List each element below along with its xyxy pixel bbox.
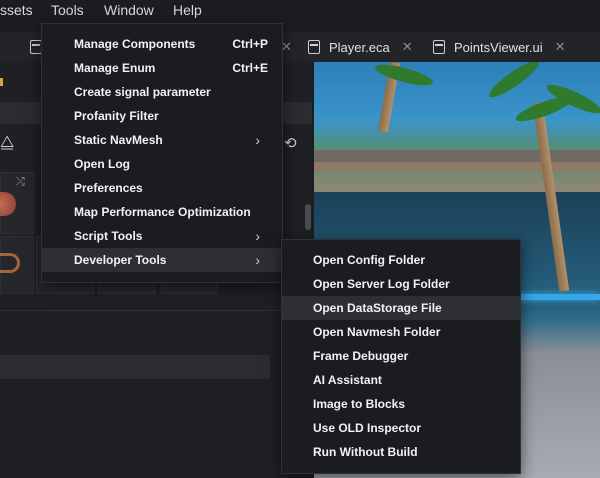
tools-menu: Manage Components Ctrl+P Manage Enum Ctr… xyxy=(41,23,283,283)
menu-item-open-log[interactable]: Open Log xyxy=(42,152,282,176)
menu-item-label: Manage Components xyxy=(74,37,196,51)
menu-item-script-tools[interactable]: Script Tools › xyxy=(42,224,282,248)
menu-item-label: Script Tools xyxy=(74,229,143,243)
menu-item-label: Frame Debugger xyxy=(313,349,409,363)
tab-pointsviewer-ui[interactable]: PointsViewer.ui ✕ xyxy=(433,32,566,62)
menu-item-ai-assistant[interactable]: AI Assistant xyxy=(282,368,520,392)
palm-frond xyxy=(373,62,435,90)
menu-item-label: Open Config Folder xyxy=(313,253,425,267)
menu-item-label: Static NavMesh xyxy=(74,133,163,147)
menu-item-label: Map Performance Optimization xyxy=(74,205,251,219)
shortcut-label: Ctrl+E xyxy=(232,61,268,75)
menu-item-label: Create signal parameter xyxy=(74,85,211,99)
file-icon xyxy=(433,40,445,54)
menu-help[interactable]: Help xyxy=(173,2,202,18)
menu-item-open-config-folder[interactable]: Open Config Folder xyxy=(282,248,520,272)
menu-item-label: Image to Blocks xyxy=(313,397,406,411)
shuffle-icon: ⤮ xyxy=(16,176,25,188)
menu-item-profanity-filter[interactable]: Profanity Filter xyxy=(42,104,282,128)
chevron-right-icon: › xyxy=(255,252,260,268)
menu-item-run-without-build[interactable]: Run Without Build xyxy=(282,440,520,464)
asset-thumbnail xyxy=(0,253,20,273)
shortcut-label: Ctrl+P xyxy=(232,37,268,51)
panel-row[interactable] xyxy=(0,355,270,379)
tree-icon[interactable]: ⧋ xyxy=(0,134,14,152)
menu-bar: ssets Tools Window Help xyxy=(0,0,600,22)
file-icon xyxy=(308,40,320,54)
menu-item-open-datastorage-file[interactable]: Open DataStorage File xyxy=(282,296,520,320)
history-icon[interactable]: ⟲ xyxy=(284,134,297,152)
menu-item-label: Developer Tools xyxy=(74,253,167,267)
menu-item-label: Open Server Log Folder xyxy=(313,277,450,291)
orange-indicator xyxy=(0,78,3,86)
menu-item-label: Use OLD Inspector xyxy=(313,421,422,435)
menu-assets[interactable]: ssets xyxy=(0,2,33,18)
scene-road xyxy=(314,150,600,162)
tab-label: PointsViewer.ui xyxy=(454,39,543,55)
menu-item-manage-components[interactable]: Manage Components Ctrl+P xyxy=(42,32,282,56)
menu-item-map-performance-optimization[interactable]: Map Performance Optimization xyxy=(42,200,282,224)
menu-item-developer-tools[interactable]: Developer Tools › xyxy=(42,248,282,272)
menu-item-label: Open DataStorage File xyxy=(313,301,442,315)
menu-item-open-navmesh-folder[interactable]: Open Navmesh Folder xyxy=(282,320,520,344)
menu-item-use-old-inspector[interactable]: Use OLD Inspector xyxy=(282,416,520,440)
chevron-right-icon: › xyxy=(255,228,260,244)
chevron-right-icon: › xyxy=(255,132,260,148)
menu-item-manage-enum[interactable]: Manage Enum Ctrl+E xyxy=(42,56,282,80)
menu-item-frame-debugger[interactable]: Frame Debugger xyxy=(282,344,520,368)
tab-label: Player.eca xyxy=(329,39,390,55)
panel-scrollbar[interactable] xyxy=(305,204,311,230)
menu-item-label: AI Assistant xyxy=(313,373,382,387)
menu-item-label: Preferences xyxy=(74,181,143,195)
panel-divider xyxy=(0,310,312,311)
menu-item-label: Manage Enum xyxy=(74,61,156,75)
close-icon[interactable]: ✕ xyxy=(402,39,413,55)
palm-frond xyxy=(485,62,543,102)
menu-item-create-signal-parameter[interactable]: Create signal parameter xyxy=(42,80,282,104)
developer-tools-submenu: Open Config Folder Open Server Log Folde… xyxy=(281,239,521,474)
close-icon[interactable]: ✕ xyxy=(555,39,566,55)
menu-window[interactable]: Window xyxy=(104,2,154,18)
menu-tools[interactable]: Tools xyxy=(51,2,84,18)
menu-item-label: Open Log xyxy=(74,157,130,171)
menu-item-preferences[interactable]: Preferences xyxy=(42,176,282,200)
menu-item-label: Run Without Build xyxy=(313,445,418,459)
menu-item-image-to-blocks[interactable]: Image to Blocks xyxy=(282,392,520,416)
tab-player-eca[interactable]: Player.eca ✕ xyxy=(308,32,413,62)
menu-item-label: Profanity Filter xyxy=(74,109,159,123)
menu-item-static-navmesh[interactable]: Static NavMesh › xyxy=(42,128,282,152)
scene-curb xyxy=(314,162,600,172)
menu-item-label: Open Navmesh Folder xyxy=(313,325,441,339)
menu-item-open-server-log-folder[interactable]: Open Server Log Folder xyxy=(282,272,520,296)
